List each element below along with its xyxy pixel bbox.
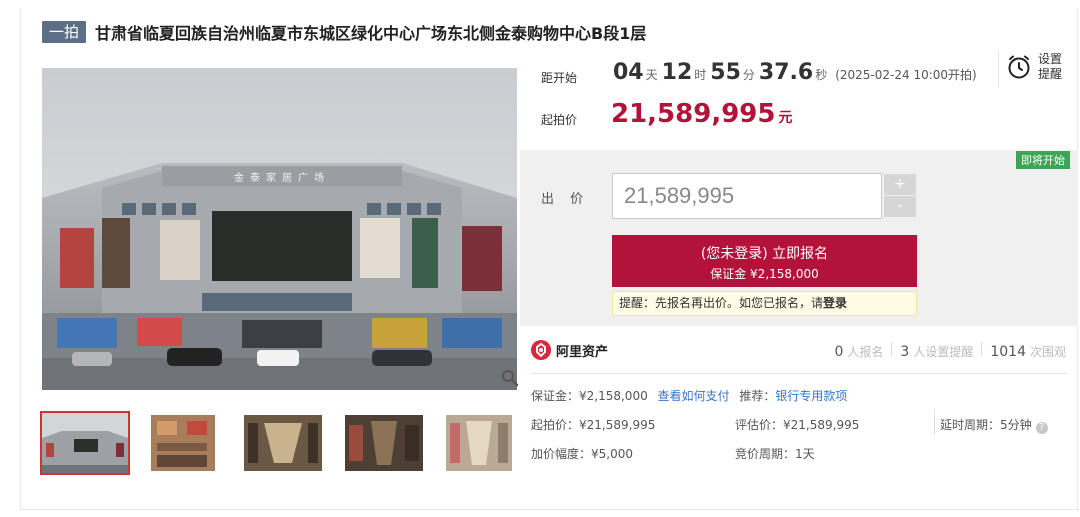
- delay-period-text: 延时周期：5分钟: [940, 418, 1032, 432]
- countdown-hours-unit: 时: [694, 68, 707, 82]
- building-sign-text: 金泰家居广场: [234, 171, 330, 184]
- alarm-clock-icon: [1008, 55, 1030, 79]
- auction-start-time: (2025-02-24 10:00开拍): [835, 68, 977, 82]
- countdown-hours: 12: [661, 60, 693, 85]
- countdown-days: 04: [613, 60, 644, 85]
- signup-deposit-label: 保证金 ¥2,158,000: [710, 267, 819, 281]
- title-row: 一拍 甘肃省临夏回族自治州临夏市东城区绿化中心广场东北侧金泰购物中心B段1层: [42, 20, 646, 44]
- countdown-minutes: 55: [710, 60, 741, 85]
- signup-button-label: (您未登录) 立即报名: [700, 246, 829, 262]
- bid-amount-input[interactable]: 21,589,995: [612, 173, 882, 219]
- how-to-pay-link[interactable]: 查看如何支付: [658, 389, 730, 403]
- delay-period-detail: 延时周期：5分钟?: [940, 416, 1048, 434]
- zoom-icon[interactable]: [501, 369, 519, 387]
- auction-stats: 0 人报名 3 人设置提醒 1014 次围观: [834, 342, 1066, 360]
- increment-detail: 加价幅度：¥5,000: [531, 447, 633, 461]
- bid-panel: 即将开始 出 价 21,589,995 + - (您未登录) 立即报名 保证金 …: [520, 150, 1078, 326]
- thumbnail-2[interactable]: [143, 413, 229, 473]
- platform-name: 阿里资产: [556, 344, 609, 360]
- decrease-bid-button[interactable]: -: [884, 196, 916, 217]
- thumbnail-5[interactable]: [446, 413, 532, 473]
- login-link[interactable]: 登录: [823, 296, 847, 310]
- auction-period-detail: 竞价周期：1天: [735, 447, 815, 461]
- divider: [531, 373, 1068, 374]
- set-reminder-line2: 提醒: [1038, 67, 1063, 81]
- details-divider: [934, 409, 935, 435]
- set-reminder-label: 设置 提醒: [1038, 52, 1062, 82]
- set-reminder-button[interactable]: 设置 提醒: [1006, 52, 1062, 82]
- recommend-label: 推荐：: [739, 389, 776, 403]
- reminder-count-label: 人设置提醒: [913, 345, 974, 359]
- login-tip: 提醒：先报名再出价。如您已报名，请登录: [612, 291, 917, 316]
- main-property-image[interactable]: 金泰家居广场: [42, 68, 517, 390]
- ali-assets-icon: [531, 340, 551, 360]
- signup-count: 0: [834, 344, 844, 360]
- signup-count-label: 人报名: [847, 345, 884, 359]
- view-count: 1014: [990, 344, 1026, 360]
- stats-divider: [981, 342, 983, 356]
- thumbnail-strip: [40, 411, 547, 475]
- help-icon[interactable]: ?: [1035, 422, 1048, 434]
- appraisal-price-detail: 评估价：¥21,589,995: [735, 418, 860, 432]
- countdown-seconds: 37.6: [758, 60, 814, 85]
- start-price-value: 21,589,995: [611, 99, 776, 129]
- countdown-minutes-unit: 分: [742, 68, 755, 82]
- countdown-label: 距开始: [541, 71, 578, 85]
- bank-payment-link[interactable]: 银行专用款项: [775, 389, 847, 403]
- view-count-label: 次围观: [1029, 345, 1066, 359]
- countdown-days-unit: 天: [645, 68, 658, 82]
- stats-divider: [891, 342, 893, 356]
- thumbnail-1[interactable]: [40, 411, 130, 475]
- countdown-timer: 04 天 12 时 55 分 37.6 秒 (2025-02-24 10:00开…: [613, 60, 977, 85]
- start-price: 21,589,995 元: [611, 99, 792, 129]
- reminder-divider: [998, 50, 999, 88]
- status-badge: 即将开始: [1016, 151, 1070, 169]
- set-reminder-line1: 设置: [1038, 52, 1063, 66]
- start-price-label: 起拍价: [541, 113, 578, 127]
- reminder-count: 3: [900, 344, 910, 360]
- deposit-row: 保证金：¥2,158,000 查看如何支付 推荐：银行专用款项: [531, 387, 847, 404]
- deposit-text: 保证金：¥2,158,000: [531, 389, 648, 403]
- auction-round-badge: 一拍: [42, 21, 87, 43]
- signup-button[interactable]: (您未登录) 立即报名 保证金 ¥2,158,000: [612, 235, 917, 287]
- login-tip-text: 提醒：先报名再出价。如您已报名，请: [619, 296, 824, 310]
- bid-label: 出 价: [541, 192, 590, 207]
- start-price-unit: 元: [778, 110, 793, 126]
- increase-bid-button[interactable]: +: [884, 174, 916, 195]
- platform-brand: 阿里资产: [531, 340, 608, 360]
- page-title: 甘肃省临夏回族自治州临夏市东城区绿化中心广场东北侧金泰购物中心B段1层: [95, 24, 647, 43]
- thumbnail-4[interactable]: [345, 413, 431, 473]
- thumbnail-3[interactable]: [244, 413, 330, 473]
- start-price-detail: 起拍价：¥21,589,995: [531, 418, 656, 432]
- countdown-seconds-unit: 秒: [815, 68, 828, 82]
